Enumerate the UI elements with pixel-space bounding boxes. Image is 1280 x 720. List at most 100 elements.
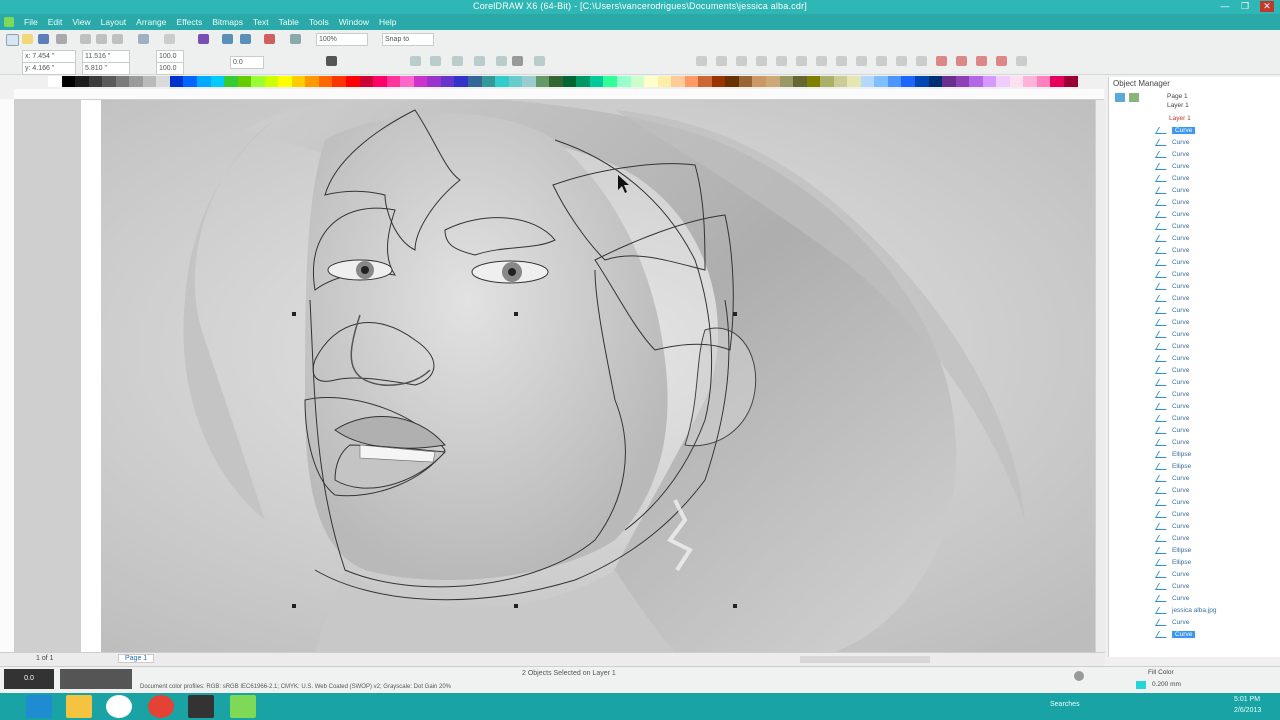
object-tree-item[interactable]: Curve [1154, 125, 1196, 137]
object-tree-item[interactable]: Curve [1154, 221, 1189, 233]
page-tab[interactable]: Page 1 [118, 654, 155, 663]
object-tree-item[interactable]: Curve [1154, 305, 1189, 317]
snap-to-dropdown[interactable]: Snap to [382, 33, 434, 46]
menu-tools[interactable]: Tools [309, 14, 329, 30]
object-tree-item[interactable]: Curve [1154, 617, 1189, 629]
palette-swatch[interactable] [183, 76, 198, 87]
palette-swatch[interactable] [359, 76, 374, 87]
extract-subpath-icon[interactable] [936, 56, 947, 66]
palette-swatch[interactable] [847, 76, 861, 87]
symmetrical-node-icon[interactable] [876, 56, 887, 66]
palette-swatch[interactable] [752, 76, 766, 87]
palette-swatch[interactable] [1050, 76, 1065, 87]
object-tree-item[interactable]: Curve [1154, 341, 1189, 353]
drawing-canvas[interactable] [15, 100, 1095, 652]
menu-effects[interactable]: Effects [176, 14, 202, 30]
stretch-nodes-icon[interactable] [956, 56, 967, 66]
palette-swatch[interactable] [467, 76, 482, 87]
print-icon[interactable] [56, 34, 67, 44]
menu-window[interactable]: Window [339, 14, 369, 30]
object-height-field[interactable]: 5.810 " [82, 62, 130, 75]
search-label[interactable]: Searches [1050, 701, 1080, 708]
file-explorer-icon[interactable] [66, 695, 92, 718]
palette-swatch[interactable] [210, 76, 225, 87]
position-y-field[interactable]: y: 4.166 " [22, 62, 76, 75]
show-object-properties-icon[interactable] [1129, 93, 1139, 102]
palette-swatch[interactable] [874, 76, 888, 87]
weld-icon[interactable] [474, 56, 485, 66]
color-palette[interactable] [48, 76, 1078, 87]
palette-swatch[interactable] [75, 76, 89, 87]
palette-swatch[interactable] [535, 76, 550, 87]
palette-swatch[interactable] [928, 76, 943, 87]
object-tree-item[interactable]: Curve [1154, 173, 1189, 185]
palette-swatch[interactable] [901, 76, 915, 87]
smooth-node-icon[interactable] [856, 56, 867, 66]
combine-icon[interactable] [452, 56, 463, 66]
palette-swatch[interactable] [48, 76, 62, 87]
object-tree-item[interactable]: Curve [1154, 197, 1189, 209]
copy-icon[interactable] [96, 34, 107, 44]
align-nodes-icon[interactable] [996, 56, 1007, 66]
palette-swatch[interactable] [955, 76, 970, 87]
hp-icon[interactable] [106, 695, 132, 718]
palette-swatch[interactable] [657, 76, 672, 87]
object-tree-item[interactable]: Curve [1154, 425, 1189, 437]
undo-icon[interactable] [138, 34, 149, 44]
horizontal-scrollbar[interactable] [800, 656, 930, 663]
palette-swatch[interactable] [589, 76, 604, 87]
palette-swatch[interactable] [440, 76, 455, 87]
menu-table[interactable]: Table [279, 14, 299, 30]
close-icon[interactable]: ✕ [1260, 1, 1274, 12]
group-icon[interactable] [410, 56, 421, 66]
palette-swatch[interactable] [576, 76, 590, 87]
extend-curve-icon[interactable] [916, 56, 927, 66]
palette-swatch[interactable] [860, 76, 875, 87]
publish-pdf-icon[interactable] [264, 34, 275, 44]
layer-manager-icon[interactable] [1115, 93, 1125, 102]
zoom-level-field[interactable]: 100% [316, 33, 368, 46]
palette-swatch[interactable] [413, 76, 428, 87]
object-tree-item[interactable]: Curve [1154, 149, 1189, 161]
application-launcher-icon[interactable] [290, 34, 301, 44]
add-node-icon[interactable] [716, 56, 727, 66]
palette-swatch[interactable] [630, 76, 645, 87]
object-tree-item[interactable]: jessica alba.jpg [1154, 605, 1216, 617]
palette-swatch[interactable] [915, 76, 929, 87]
fill-color-swatch[interactable] [1136, 681, 1146, 689]
palette-swatch[interactable] [400, 76, 414, 87]
menu-bitmaps[interactable]: Bitmaps [212, 14, 243, 30]
object-tree-item[interactable]: Ellipse [1154, 557, 1191, 569]
internet-explorer-icon[interactable] [26, 695, 52, 718]
search-content-icon[interactable] [198, 34, 209, 44]
palette-swatch[interactable] [996, 76, 1010, 87]
object-tree-item[interactable]: Curve [1154, 521, 1189, 533]
palette-swatch[interactable] [237, 76, 252, 87]
palette-swatch[interactable] [711, 76, 726, 87]
export-icon[interactable] [240, 34, 251, 44]
menu-layout[interactable]: Layout [101, 14, 127, 30]
palette-swatch[interactable] [264, 76, 279, 87]
object-tree-item[interactable]: Curve [1154, 233, 1189, 245]
palette-swatch[interactable] [495, 76, 509, 87]
palette-swatch[interactable] [806, 76, 821, 87]
object-tree-item[interactable]: Curve [1154, 185, 1189, 197]
object-tree-item[interactable]: Curve [1154, 137, 1189, 149]
convert-to-line-icon[interactable] [796, 56, 807, 66]
reverse-direction-icon[interactable] [896, 56, 907, 66]
ungroup-icon[interactable] [430, 56, 441, 66]
object-tree-item[interactable]: Curve [1154, 209, 1189, 221]
palette-swatch[interactable] [522, 76, 536, 87]
object-tree-item[interactable]: Curve [1154, 317, 1189, 329]
palette-swatch[interactable] [887, 76, 902, 87]
menu-view[interactable]: View [72, 14, 90, 30]
palette-swatch[interactable] [291, 76, 306, 87]
menu-text[interactable]: Text [253, 14, 269, 30]
palette-swatch[interactable] [603, 76, 617, 87]
object-tree-item[interactable]: Curve [1154, 497, 1189, 509]
fill-status[interactable]: Fill Color [1148, 669, 1174, 676]
object-tree-item[interactable]: Ellipse [1154, 449, 1191, 461]
vertical-ruler[interactable] [0, 99, 15, 654]
redo-icon[interactable] [164, 34, 175, 44]
palette-swatch[interactable] [1064, 76, 1078, 87]
